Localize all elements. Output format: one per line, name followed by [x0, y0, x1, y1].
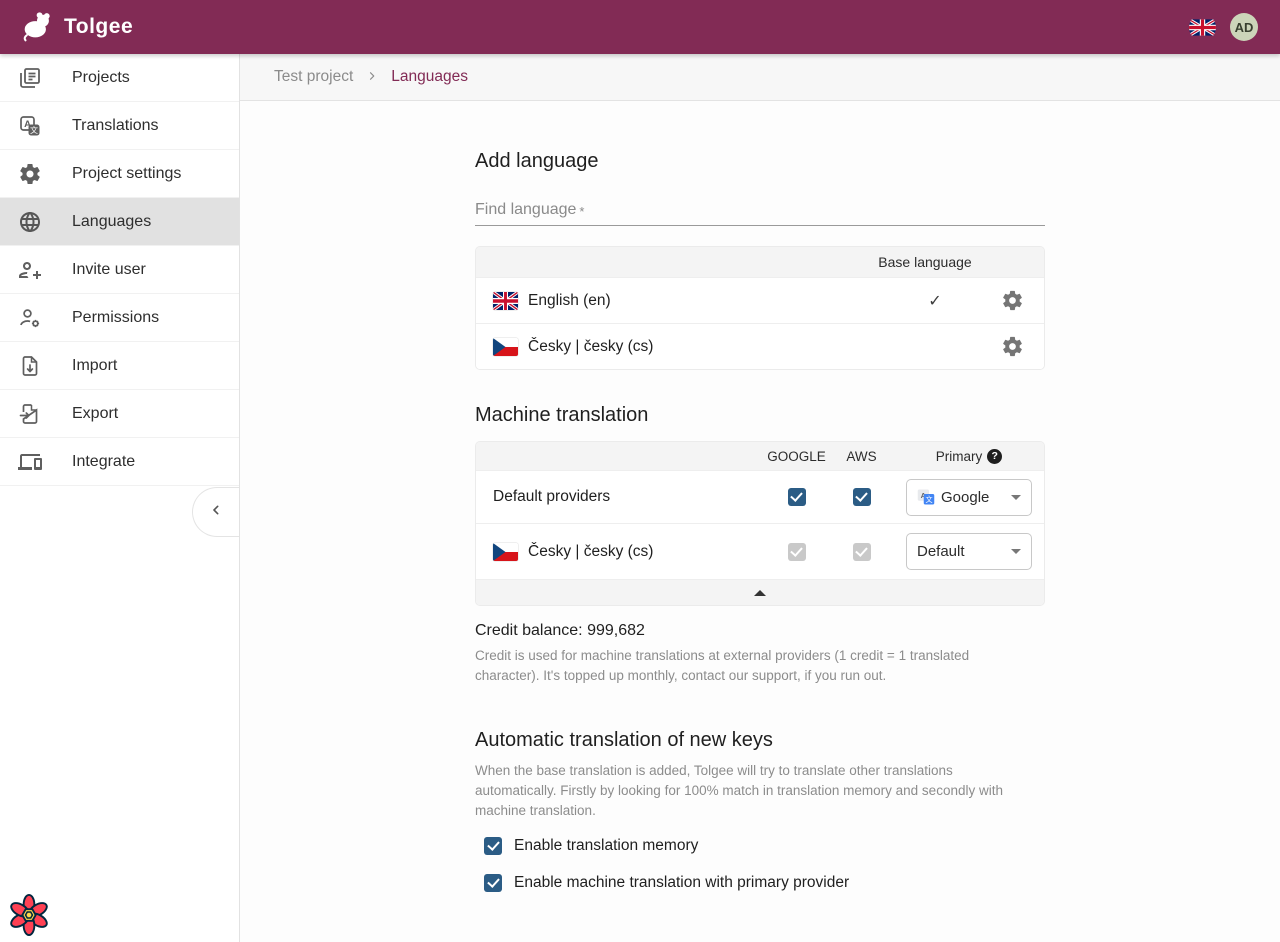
enable-translation-memory-row: Enable translation memory — [475, 837, 1045, 855]
sidebar-item-label: Permissions — [72, 309, 159, 327]
import-icon — [18, 354, 42, 378]
aws-column-header: AWS — [829, 449, 894, 464]
export-icon — [18, 402, 42, 426]
app-title: Tolgee — [64, 15, 133, 39]
chevron-up-icon — [754, 590, 766, 596]
svg-text:文: 文 — [925, 495, 932, 504]
sidebar-item-label: Import — [72, 357, 117, 375]
person-add-icon — [18, 258, 42, 282]
person-gear-icon — [18, 306, 42, 330]
sidebar-item-label: Export — [72, 405, 118, 423]
aws-checkbox-disabled — [853, 543, 871, 561]
aws-checkbox[interactable] — [853, 488, 871, 506]
find-language-placeholder: Find language — [475, 201, 576, 219]
sidebar-item-integrate[interactable]: Integrate — [0, 438, 239, 486]
sidebar-item-project-settings[interactable]: Project settings — [0, 150, 239, 198]
breadcrumb: Test project Languages — [240, 54, 1280, 101]
machine-translation-heading: Machine translation — [475, 401, 1045, 429]
primary-provider-value: Google — [941, 489, 1011, 506]
language-settings-gear-icon[interactable] — [1000, 289, 1024, 313]
sidebar: Projects A 文 Translations Project settin… — [0, 54, 240, 942]
sidebar-collapse-button[interactable] — [192, 487, 239, 537]
language-name: English (en) — [528, 292, 611, 310]
auto-translation-caption: When the base translation is added, Tolg… — [475, 761, 1035, 821]
main-content: Add language Find language * Base langua… — [240, 101, 1280, 942]
sidebar-item-label: Project settings — [72, 165, 181, 183]
mt-row-label: Česky | česky (cs) — [528, 543, 653, 561]
credit-caption: Credit is used for machine translations … — [475, 646, 1035, 686]
machine-translation-checkbox[interactable] — [484, 874, 502, 892]
help-question-icon[interactable]: ? — [987, 449, 1002, 464]
google-column-header: GOOGLE — [764, 449, 829, 464]
required-asterisk: * — [579, 204, 584, 219]
machine-translation-table: GOOGLE AWS Primary ? Default providers — [475, 441, 1045, 606]
find-language-input[interactable]: Find language * — [475, 193, 1045, 226]
sidebar-item-translations[interactable]: A 文 Translations — [0, 102, 239, 150]
sidebar-item-import[interactable]: Import — [0, 342, 239, 390]
machine-translation-header: GOOGLE AWS Primary ? — [476, 442, 1044, 470]
language-settings-gear-icon[interactable] — [1000, 335, 1024, 359]
translation-memory-checkbox[interactable] — [484, 837, 502, 855]
sidebar-item-label: Translations — [72, 117, 159, 135]
base-language-checkmark-icon: ✓ — [928, 291, 941, 311]
sidebar-item-label: Languages — [72, 213, 151, 231]
google-checkbox-disabled — [788, 543, 806, 561]
checkbox-label: Enable machine translation with primary … — [514, 874, 849, 892]
czech-flag-icon — [493, 338, 518, 356]
sidebar-item-invite-user[interactable]: Invite user — [0, 246, 239, 294]
mt-row-czech: Česky | česky (cs) Default — [476, 523, 1044, 579]
languages-table-header: Base language — [476, 247, 1044, 277]
translations-icon: A 文 — [18, 114, 42, 138]
chevron-down-icon — [1011, 495, 1021, 500]
collapse-table-button[interactable] — [476, 579, 1044, 605]
breadcrumb-project[interactable]: Test project — [274, 68, 353, 86]
credit-balance: Credit balance: 999,682 — [475, 619, 1045, 643]
uk-flag-icon — [493, 292, 518, 310]
enable-machine-translation-row: Enable machine translation with primary … — [475, 874, 1045, 892]
gear-icon — [18, 162, 42, 186]
mt-row-label: Default providers — [476, 488, 764, 506]
sidebar-item-label: Invite user — [72, 261, 146, 279]
devtools-flower-icon[interactable] — [8, 894, 50, 936]
google-checkbox[interactable] — [788, 488, 806, 506]
chevron-down-icon — [1011, 549, 1021, 554]
mouse-logo-icon — [20, 8, 54, 47]
primary-provider-select[interactable]: Default — [906, 533, 1032, 570]
chevron-left-icon — [208, 502, 224, 523]
svg-text:文: 文 — [30, 125, 38, 135]
sidebar-item-export[interactable]: Export — [0, 390, 239, 438]
language-name: Česky | česky (cs) — [528, 338, 653, 356]
checkbox-label: Enable translation memory — [514, 837, 698, 855]
mt-row-default-providers: Default providers A 文 Google — [476, 470, 1044, 523]
language-row-english: English (en) ✓ — [476, 277, 1044, 323]
primary-column-header: Primary — [936, 449, 983, 464]
sidebar-item-label: Projects — [72, 69, 130, 87]
google-translate-icon: A 文 — [917, 488, 935, 506]
user-avatar[interactable]: AD — [1230, 13, 1258, 41]
devices-icon — [18, 450, 42, 474]
app-bar: Tolgee AD — [0, 0, 1280, 54]
czech-flag-icon — [493, 543, 518, 561]
language-row-czech: Česky | česky (cs) — [476, 323, 1044, 369]
ui-language-flag-button[interactable] — [1189, 14, 1216, 41]
globe-icon — [18, 210, 42, 234]
sidebar-item-label: Integrate — [72, 453, 135, 471]
sidebar-item-languages[interactable]: Languages — [0, 198, 239, 246]
primary-provider-select[interactable]: A 文 Google — [906, 479, 1032, 516]
languages-table: Base language English (en) ✓ — [475, 246, 1045, 370]
sidebar-item-permissions[interactable]: Permissions — [0, 294, 239, 342]
auto-translation-heading: Automatic translation of new keys — [475, 726, 1045, 754]
breadcrumb-page[interactable]: Languages — [391, 68, 468, 86]
chevron-right-icon — [366, 69, 378, 86]
sidebar-item-projects[interactable]: Projects — [0, 54, 239, 102]
base-language-column-header: Base language — [870, 254, 980, 270]
add-language-heading: Add language — [475, 147, 1045, 175]
projects-icon — [18, 66, 42, 90]
tolgee-logo[interactable]: Tolgee — [20, 8, 133, 47]
primary-provider-value: Default — [917, 543, 1011, 560]
